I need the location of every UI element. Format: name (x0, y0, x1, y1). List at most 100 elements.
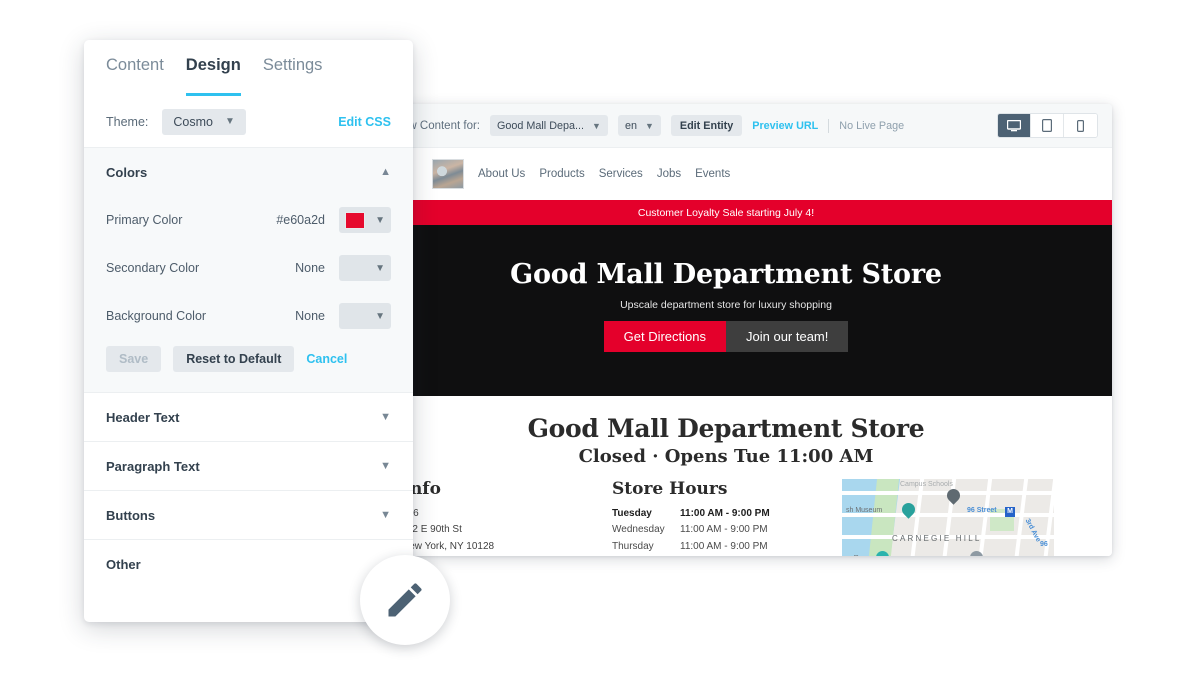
hours-day: Friday (612, 555, 680, 556)
details-columns: Info 306 112 E 90th St New York, NY 1012… (340, 467, 1112, 556)
language-select-value: en (624, 119, 637, 132)
colors-section-body: Primary Color #e60a2d ▼ Secondary Color … (84, 196, 413, 392)
color-swatch (345, 308, 365, 325)
view-content-for-label: ew Content for: (402, 119, 480, 132)
hero-title: Good Mall Department Store (510, 259, 942, 290)
location-map[interactable]: Campus Schools sh Museum 96 Street M CAR… (842, 479, 1054, 556)
entity-select[interactable]: Good Mall Depa... ▼ (489, 115, 608, 136)
theme-select-value: Cosmo (173, 114, 213, 129)
map-column: Campus Schools sh Museum 96 Street M CAR… (842, 479, 1082, 556)
panel-tabs: Content Design Settings (84, 40, 413, 96)
device-tablet-button[interactable] (1031, 114, 1064, 137)
section-title: Header Text (106, 409, 180, 425)
preview-toolbar: ew Content for: Good Mall Depa... ▼ en ▼… (340, 104, 1112, 148)
section-header-buttons[interactable]: Buttons ▼ (84, 491, 413, 539)
hours-row: Wednesday 11:00 AM - 9:00 PM (612, 522, 842, 538)
address-line: US (402, 555, 612, 556)
hero-button-group: Get Directions Join our team! (340, 321, 1112, 352)
hours-day: Tuesday (612, 508, 652, 519)
color-row-label: Primary Color (106, 213, 183, 227)
reset-to-default-button[interactable]: Reset to Default (173, 346, 295, 372)
color-row-value: #e60a2d (276, 213, 325, 227)
nav-link-products[interactable]: Products (539, 168, 584, 180)
toolbar-divider (828, 118, 830, 133)
hours-row: Thursday 11:00 AM - 9:00 PM (612, 539, 842, 555)
hours-time: 11:00 AM - 9:00 PM (680, 540, 768, 552)
hours-row: Tuesday 11:00 AM - 9:00 PM (612, 506, 842, 522)
preview-url-link[interactable]: Preview URL (752, 120, 818, 132)
hours-row: Friday 11:00 AM - 9:00 PM (612, 555, 842, 556)
chevron-down-icon: ▼ (380, 411, 391, 423)
color-row-secondary: Secondary Color None ▼ (106, 244, 391, 292)
device-mobile-button[interactable] (1064, 114, 1097, 137)
edit-fab-button[interactable] (360, 555, 450, 645)
map-label: CARNEGIE HILL (892, 534, 982, 543)
map-pin[interactable] (944, 486, 963, 505)
map-label: on R (844, 555, 859, 556)
map-label: Campus Schools (900, 481, 953, 488)
chevron-down-icon: ▼ (592, 120, 601, 131)
design-panel: Content Design Settings Theme: Cosmo ▼ E… (84, 40, 413, 622)
chevron-down-icon: ▼ (224, 116, 235, 127)
address-line: 306 (402, 506, 612, 522)
chevron-down-icon: ▼ (644, 120, 654, 131)
tablet-icon (1042, 119, 1052, 132)
secondary-color-picker[interactable]: ▼ (339, 255, 391, 281)
section-title: Other (106, 556, 141, 572)
entity-select-value: Good Mall Depa... (496, 119, 585, 132)
cancel-button[interactable]: Cancel (306, 352, 347, 366)
nav-link-services[interactable]: Services (599, 168, 643, 180)
mobile-icon (1077, 119, 1084, 132)
section-header-header-text[interactable]: Header Text ▼ (84, 393, 413, 441)
device-toggle-group (997, 113, 1098, 138)
color-swatch (345, 260, 365, 277)
section-title: Buttons (106, 507, 156, 523)
address-line: New York, NY 10128 (402, 540, 495, 552)
tab-settings[interactable]: Settings (263, 56, 323, 96)
get-directions-button[interactable]: Get Directions (603, 321, 726, 352)
map-label: 3rd Ave (1023, 517, 1042, 544)
nav-link-events[interactable]: Events (695, 168, 730, 180)
hero-section: Good Mall Department Store Upscale depar… (340, 225, 1112, 396)
color-row-label: Secondary Color (106, 261, 200, 275)
tab-content[interactable]: Content (106, 56, 164, 96)
background-color-picker[interactable]: ▼ (339, 303, 391, 329)
language-select[interactable]: en ▼ (617, 115, 661, 136)
join-our-team-button[interactable]: Join our team! (726, 321, 849, 352)
map-label: 96 (1040, 541, 1048, 548)
color-row-label: Background Color (106, 309, 207, 323)
device-desktop-button[interactable] (998, 114, 1031, 137)
edit-entity-button[interactable]: Edit Entity (670, 115, 743, 136)
subway-icon: M (1005, 507, 1015, 517)
color-row-background: Background Color None ▼ (106, 292, 391, 340)
color-row-primary: Primary Color #e60a2d ▼ (106, 196, 391, 244)
hours-time: 11:00 AM - 9:00 PM (680, 555, 768, 556)
map-label: 96 Street (967, 507, 997, 514)
hero-subtitle: Upscale department store for luxury shop… (620, 299, 832, 311)
section-header-paragraph-text[interactable]: Paragraph Text ▼ (84, 442, 413, 490)
section-title: Colors (106, 164, 148, 180)
theme-select[interactable]: Cosmo ▼ (162, 108, 246, 135)
section-title: Paragraph Text (106, 458, 200, 474)
edit-css-link[interactable]: Edit CSS (338, 115, 391, 129)
primary-color-picker[interactable]: ▼ (339, 207, 391, 233)
nav-link-about-us[interactable]: About Us (478, 168, 525, 180)
hours-day: Thursday (612, 540, 654, 552)
hours-time: 11:00 AM - 9:00 PM (680, 508, 770, 519)
nav-link-jobs[interactable]: Jobs (657, 168, 681, 180)
pencil-icon (388, 583, 422, 617)
hours-time: 11:00 AM - 9:00 PM (680, 524, 768, 536)
tab-design[interactable]: Design (185, 56, 241, 96)
store-name-heading: Good Mall Department Store (527, 414, 925, 443)
color-swatch (345, 211, 365, 229)
site-navigation: About Us Products Services Jobs Events (340, 148, 1112, 200)
store-status: Closed · Opens Tue 11:00 AM (578, 446, 874, 467)
section-header-colors[interactable]: Colors ▲ (84, 148, 413, 196)
save-button[interactable]: Save (106, 346, 162, 372)
info-column: Info 306 112 E 90th St New York, NY 1012… (402, 479, 612, 556)
color-row-value: None (295, 309, 325, 323)
store-details-section: Good Mall Department Store Closed · Open… (340, 396, 1112, 556)
chevron-down-icon: ▼ (375, 310, 385, 322)
address-line: 112 E 90th St (402, 524, 462, 536)
store-hours-heading: Store Hours (612, 479, 728, 499)
